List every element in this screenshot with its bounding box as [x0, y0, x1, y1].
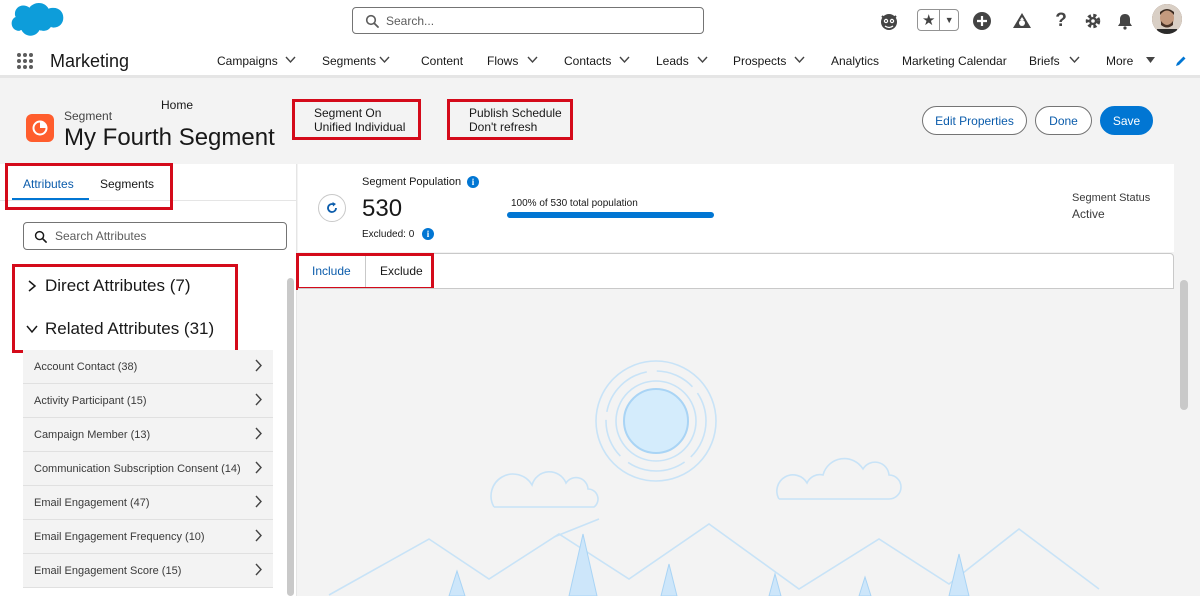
- search-placeholder: Search...: [386, 13, 435, 28]
- add-icon[interactable]: [970, 8, 994, 34]
- chevron-right-icon[interactable]: [254, 461, 263, 474]
- population-progress-label: 100% of 530 total population: [511, 198, 638, 209]
- trailhead-icon[interactable]: [1010, 8, 1034, 34]
- list-item[interactable]: Email Engagement Score (15): [23, 554, 273, 588]
- chevron-right-icon[interactable]: [254, 563, 263, 576]
- list-item-label: Email Engagement (47): [34, 497, 150, 509]
- segment-on-value: Unified Individual: [314, 120, 406, 134]
- cloud-logo[interactable]: [10, 3, 64, 39]
- notifications-bell-icon[interactable]: [1114, 8, 1136, 34]
- user-avatar[interactable]: [1152, 4, 1182, 34]
- list-item-label: Email Engagement Score (15): [34, 565, 182, 577]
- highlight-box: [12, 264, 238, 353]
- refresh-population-button[interactable]: [318, 194, 346, 222]
- chevron-right-icon[interactable]: [254, 427, 263, 440]
- segment-object-icon: [26, 114, 54, 142]
- canvas-scrollbar[interactable]: [1180, 280, 1188, 410]
- chevron-down-icon[interactable]: [527, 56, 538, 64]
- refresh-icon: [327, 202, 337, 213]
- nav-item-briefs[interactable]: Briefs: [1029, 54, 1060, 68]
- list-item[interactable]: Communication Subscription Consent (14): [23, 452, 273, 486]
- population-label: Segment Population: [362, 176, 462, 188]
- segment-on-label: Segment On: [314, 106, 382, 120]
- excluded-count: Excluded: 0: [362, 229, 415, 240]
- favorites-button[interactable]: ★ ▼: [917, 9, 959, 31]
- list-item-label: Account Contact (38): [34, 361, 138, 373]
- list-item[interactable]: Activity Participant (15): [23, 384, 273, 418]
- global-search-input[interactable]: Search...: [352, 7, 704, 34]
- done-button[interactable]: Done: [1035, 106, 1092, 135]
- publish-schedule-field: Publish Schedule Don't refresh: [469, 106, 562, 134]
- chevron-down-icon[interactable]: [379, 56, 390, 64]
- list-item-label: Campaign Member (13): [34, 429, 151, 441]
- population-progress-fill: [507, 212, 714, 218]
- segment-on-field: Segment On Unified Individual: [314, 106, 405, 134]
- nav-item-flows[interactable]: Flows: [487, 54, 518, 68]
- highlight-box: [296, 253, 434, 290]
- chevron-right-icon[interactable]: [254, 529, 263, 542]
- favorites-star-icon[interactable]: ★: [918, 11, 939, 29]
- list-item-label: Communication Subscription Consent (14): [34, 463, 241, 475]
- nav-item-home[interactable]: Home: [161, 98, 193, 112]
- app-name: Marketing: [50, 51, 130, 71]
- population-progress-bar: [507, 212, 714, 218]
- search-icon: [34, 230, 47, 243]
- edit-properties-button[interactable]: Edit Properties: [922, 106, 1027, 135]
- segment-status-value: Active: [1072, 207, 1105, 221]
- global-header: Search... ★ ▼ ?: [0, 0, 1200, 44]
- nav-item-campaigns[interactable]: Campaigns: [217, 54, 278, 68]
- nav-item-marketing-calendar[interactable]: Marketing Calendar: [902, 54, 1007, 68]
- chevron-right-icon[interactable]: [254, 495, 263, 508]
- list-item-label: Activity Participant (15): [34, 395, 147, 407]
- left-panel-scrollbar[interactable]: [287, 278, 294, 596]
- publish-schedule-label: Publish Schedule: [469, 106, 562, 120]
- chevron-right-icon[interactable]: [254, 359, 263, 372]
- attribute-search-placeholder: Search Attributes: [55, 229, 147, 243]
- save-button[interactable]: Save: [1100, 106, 1153, 135]
- nav-item-segments[interactable]: Segments: [322, 54, 376, 68]
- info-icon[interactable]: i: [422, 228, 434, 240]
- chevron-down-icon[interactable]: [1069, 56, 1080, 64]
- app-navigation-bar: Marketing Home Campaigns Segments Conten…: [0, 44, 1200, 112]
- related-attributes-list: Account Contact (38) Activity Participan…: [23, 350, 273, 588]
- search-icon: [365, 14, 379, 28]
- nav-item-prospects[interactable]: Prospects: [733, 54, 786, 68]
- chevron-down-icon[interactable]: [794, 56, 805, 64]
- chevron-right-icon[interactable]: [254, 393, 263, 406]
- highlight-box: [5, 163, 173, 210]
- nav-item-more[interactable]: More: [1106, 54, 1133, 68]
- einstein-icon[interactable]: [877, 8, 901, 34]
- favorites-dropdown-icon[interactable]: ▼: [940, 15, 958, 25]
- list-item[interactable]: Email Engagement Frequency (10): [23, 520, 273, 554]
- list-item[interactable]: Account Contact (38): [23, 350, 273, 384]
- chevron-down-icon[interactable]: [619, 56, 630, 64]
- nav-item-contacts[interactable]: Contacts: [564, 54, 611, 68]
- chevron-down-icon[interactable]: [285, 56, 296, 64]
- page-title: My Fourth Segment: [64, 124, 275, 151]
- nav-item-analytics[interactable]: Analytics: [831, 54, 879, 68]
- caret-down-icon[interactable]: [1145, 56, 1156, 64]
- nav-item-leads[interactable]: Leads: [656, 54, 689, 68]
- info-icon[interactable]: i: [467, 176, 479, 188]
- segment-status-label: Segment Status: [1072, 192, 1151, 204]
- chevron-down-icon[interactable]: [697, 56, 708, 64]
- help-icon[interactable]: ?: [1050, 8, 1072, 34]
- publish-schedule-value: Don't refresh: [469, 120, 538, 134]
- app-launcher-icon[interactable]: [16, 52, 34, 70]
- list-item[interactable]: Email Engagement (47): [23, 486, 273, 520]
- list-item[interactable]: Campaign Member (13): [23, 418, 273, 452]
- list-item-label: Email Engagement Frequency (10): [34, 531, 205, 543]
- attribute-search-input[interactable]: Search Attributes: [23, 222, 287, 250]
- setup-gear-icon[interactable]: [1082, 8, 1104, 34]
- record-type-label: Segment: [64, 109, 113, 123]
- nav-item-content[interactable]: Content: [421, 54, 463, 68]
- empty-state-illustration: [328, 360, 1100, 596]
- population-value: 530: [362, 195, 403, 222]
- edit-nav-pencil-icon[interactable]: [1175, 55, 1187, 67]
